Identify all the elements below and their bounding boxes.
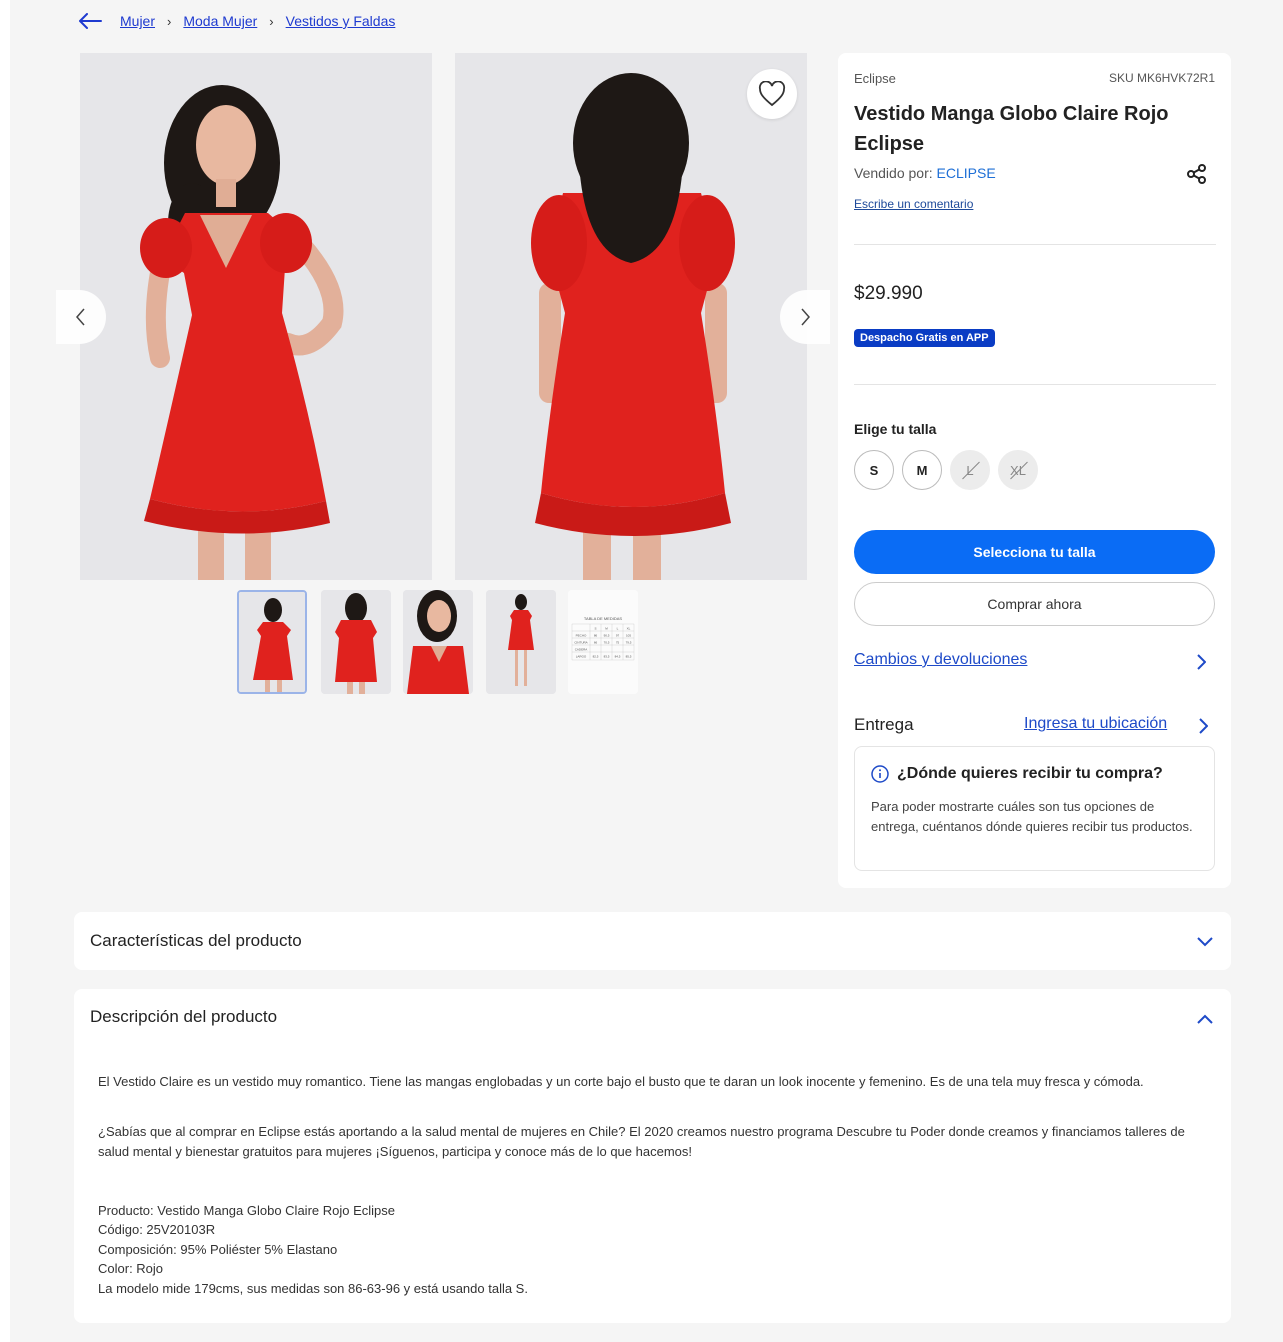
- svg-text:105: 105: [626, 634, 631, 638]
- product-info-panel: Eclipse SKU MK6HVK72R1 Vestido Manga Glo…: [838, 53, 1231, 888]
- sold-by: Vendido por: ECLIPSE: [854, 165, 996, 181]
- sku-label: SKU MK6HVK72R1: [1108, 71, 1215, 85]
- svg-text:85,5: 85,5: [626, 655, 632, 659]
- product-title: Vestido Manga Globo Claire Rojo Eclipse: [854, 103, 1169, 155]
- divider: [854, 384, 1216, 385]
- size-option-xl: XL: [998, 450, 1038, 490]
- favorite-button[interactable]: [747, 69, 797, 119]
- chevron-right-icon: [801, 308, 810, 326]
- svg-text:CADERA: CADERA: [575, 648, 588, 652]
- chevron-up-icon[interactable]: [1197, 1011, 1213, 1029]
- description-accordion: Descripción del producto El Vestido Clai…: [74, 989, 1231, 1323]
- seller-name[interactable]: ECLIPSE: [937, 165, 996, 181]
- svg-text:XL: XL: [627, 627, 631, 631]
- svg-text:PECHO: PECHO: [576, 634, 587, 638]
- spec-line: Color: Rojo: [98, 1261, 164, 1276]
- thumbnail-3[interactable]: [403, 590, 473, 694]
- location-link[interactable]: Ingresa tu ubicación: [1024, 715, 1167, 733]
- description-paragraph: El Vestido Claire es un vestido muy roma…: [98, 1074, 1144, 1089]
- description-paragraph: ¿Sabías que al comprar en Eclipse estás …: [98, 1124, 1185, 1159]
- heart-icon: [758, 81, 786, 107]
- svg-text:82,5: 82,5: [593, 655, 599, 659]
- svg-text:97: 97: [616, 634, 620, 638]
- spec-line: Código: 25V20103R: [98, 1222, 216, 1237]
- svg-text:84,5: 84,5: [615, 655, 621, 659]
- select-size-button[interactable]: Selecciona tu talla: [854, 530, 1215, 574]
- gallery-next-button[interactable]: [780, 290, 830, 344]
- write-review-link[interactable]: Escribe un comentario: [854, 197, 973, 211]
- product-price: $29.990: [854, 283, 923, 304]
- svg-text:66: 66: [594, 641, 598, 645]
- svg-text:LARGO: LARGO: [576, 655, 587, 659]
- product-image-front[interactable]: [80, 53, 432, 580]
- info-icon: [871, 765, 889, 783]
- sold-by-label: Vendido por:: [854, 165, 937, 181]
- size-option-l: L: [950, 450, 990, 490]
- svg-text:S: S: [594, 627, 596, 631]
- chevron-right-icon[interactable]: [1198, 718, 1209, 739]
- svg-text:70,5: 70,5: [604, 641, 610, 645]
- svg-text:90,5: 90,5: [604, 634, 610, 638]
- breadcrumb-separator: ›: [269, 13, 274, 29]
- thumbnail-1[interactable]: [237, 590, 307, 694]
- brand-name: Eclipse: [854, 71, 896, 86]
- delivery-info-box: ¿Dónde quieres recibir tu compra? Para p…: [854, 746, 1215, 871]
- product-image-back[interactable]: [455, 53, 807, 580]
- delivery-info-text: Para poder mostrarte cuáles son tus opci…: [871, 799, 1193, 834]
- description-accordion-title[interactable]: Descripción del producto: [90, 1007, 277, 1027]
- thumbnail-2[interactable]: [321, 590, 391, 694]
- features-accordion-title[interactable]: Características del producto: [90, 931, 302, 951]
- breadcrumb-separator: ›: [167, 13, 172, 29]
- thumbnail-4[interactable]: [486, 590, 556, 694]
- back-arrow-icon[interactable]: [78, 11, 104, 31]
- breadcrumb-link-mujer[interactable]: Mujer: [120, 13, 155, 29]
- divider: [854, 244, 1216, 245]
- size-option-m[interactable]: M: [902, 450, 942, 490]
- chevron-left-icon: [76, 308, 85, 326]
- spec-line: La modelo mide 179cms, sus medidas son 8…: [98, 1281, 528, 1296]
- svg-text:CINTURA: CINTURA: [574, 641, 587, 645]
- chevron-right-icon[interactable]: [1196, 654, 1207, 675]
- free-shipping-badge: Despacho Gratis en APP: [854, 329, 995, 347]
- thumbnail-size-chart[interactable]: TABLA DE MEDIDAS S M L XL PECHO 86 90,5 …: [568, 590, 638, 694]
- size-option-s[interactable]: S: [854, 450, 894, 490]
- spec-line: Producto: Vestido Manga Globo Claire Roj…: [98, 1203, 395, 1218]
- size-chart-illustration: TABLA DE MEDIDAS S M L XL PECHO 86 90,5 …: [568, 590, 638, 694]
- svg-text:75: 75: [616, 641, 620, 645]
- size-label: Elige tu talla: [854, 421, 937, 437]
- svg-text:86: 86: [594, 634, 598, 638]
- delivery-label: Entrega: [854, 715, 914, 734]
- svg-text:79,5: 79,5: [626, 641, 632, 645]
- size-chart-title: TABLA DE MEDIDAS: [584, 616, 622, 621]
- model-front-illustration: [80, 53, 432, 580]
- returns-link[interactable]: Cambios y devoluciones: [854, 651, 1027, 669]
- breadcrumb-link-moda-mujer[interactable]: Moda Mujer: [183, 13, 257, 29]
- delivery-info-title: ¿Dónde quieres recibir tu compra?: [871, 765, 1163, 783]
- breadcrumb: Mujer › Moda Mujer › Vestidos y Faldas: [78, 10, 395, 32]
- buy-now-button[interactable]: Comprar ahora: [854, 582, 1215, 626]
- breadcrumb-link-vestidos-faldas[interactable]: Vestidos y Faldas: [286, 13, 396, 29]
- chevron-down-icon[interactable]: [1197, 934, 1213, 952]
- features-accordion[interactable]: Características del producto: [74, 912, 1231, 970]
- svg-text:83,5: 83,5: [604, 655, 610, 659]
- spec-line: Composición: 95% Poliéster 5% Elastano: [98, 1242, 338, 1257]
- model-back-illustration: [455, 53, 807, 580]
- share-icon[interactable]: [1186, 163, 1208, 185]
